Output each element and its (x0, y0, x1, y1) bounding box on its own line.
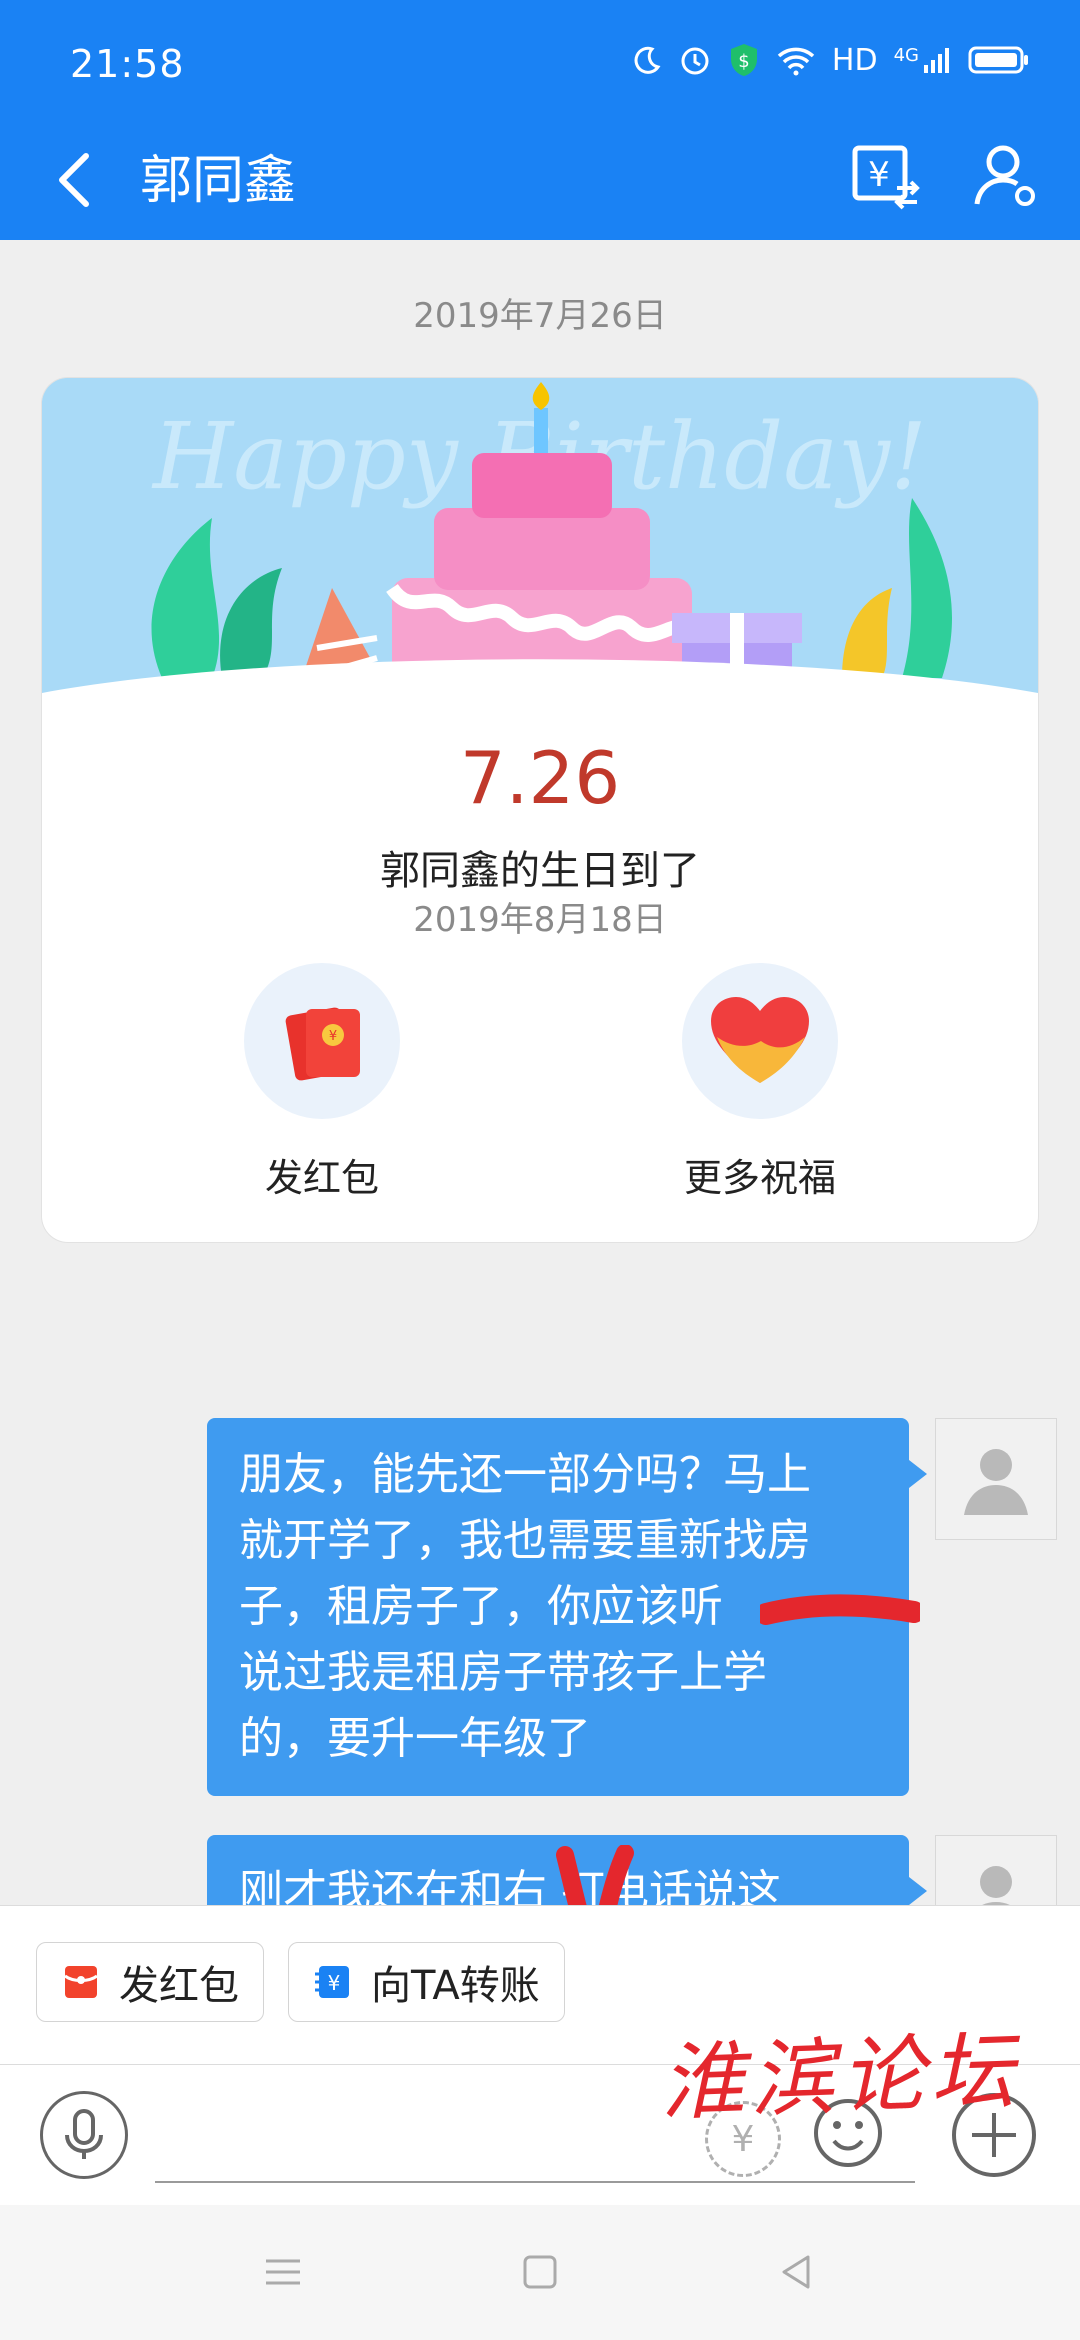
avatar-2[interactable] (935, 1835, 1057, 1905)
page-title: 郭同鑫 (140, 151, 297, 211)
wifi-icon (777, 47, 815, 76)
svg-text:¥: ¥ (328, 1971, 341, 1995)
svg-text:¥: ¥ (329, 1029, 337, 1044)
message-input[interactable] (155, 2181, 915, 2183)
birthday-message: 郭同鑫的生日到了 (380, 848, 700, 894)
default-avatar-icon (980, 1866, 1012, 1905)
transfer-yuan-icon: ¥ (315, 1966, 349, 1998)
shield-dollar-icon: $ (730, 44, 757, 76)
more-wishes-action[interactable]: 更多祝福 (600, 963, 920, 1202)
date-divider: 2019年7月26日 (413, 296, 667, 336)
alarm-icon (681, 47, 709, 75)
network-label: HD (831, 42, 878, 78)
send-red-envelope-action[interactable]: ¥ 发红包 (162, 963, 482, 1202)
red-scribble-redaction (760, 1594, 920, 1625)
avatar[interactable] (935, 1418, 1057, 1540)
home-icon[interactable] (515, 2247, 565, 2297)
message-line: 朋友，能先还一部分吗？马上 (239, 1449, 811, 1500)
watermark-text: 淮滨论坛 (658, 2021, 1022, 2133)
menu-icon[interactable] (258, 2247, 308, 2297)
birthday-card[interactable]: Happy Birthday! 7.26 郭同鑫的生日到了 ¥ 发红包 更多祝福 (42, 378, 1038, 1242)
heart-icon (711, 997, 809, 1083)
message-line: 的，要升一年级了 (239, 1713, 591, 1764)
birthday-banner-illustration: Happy Birthday! (42, 378, 1038, 723)
svg-text:$: $ (738, 51, 749, 72)
header: 21:58 $ HD 4G 郭同鑫 ¥ (0, 0, 1080, 240)
svg-text:¥: ¥ (868, 155, 890, 195)
partial-message-clip: 刚才我还在和右 打电话说这 (0, 1835, 1080, 1905)
red-envelope-icon (64, 1966, 98, 1998)
transfer-icon[interactable]: ¥ (845, 136, 925, 216)
nav-bar: 郭同鑫 ¥ (0, 120, 1080, 240)
red-envelope-circle: ¥ (244, 963, 400, 1119)
microphone-icon (65, 2109, 103, 2159)
system-nav-bar (0, 2205, 1080, 2340)
status-icons: $ HD 4G (632, 42, 1030, 78)
back-arrow-icon[interactable] (40, 140, 120, 220)
back-nav-icon[interactable] (772, 2247, 822, 2297)
moon-icon (634, 46, 661, 74)
signal-label: 4G (894, 45, 952, 75)
heart-circle (682, 963, 838, 1119)
action-label-red-envelope: 发红包 (264, 1156, 379, 1200)
message-line: 就开学了，我也需要重新找房 (239, 1515, 811, 1566)
battery-icon (968, 46, 1028, 74)
action-label-more-wishes: 更多祝福 (683, 1156, 836, 1200)
voice-button[interactable] (40, 2091, 128, 2179)
signal-type: 4G (893, 45, 919, 66)
message-line: 说过我是租房子带孩子上学 (239, 1647, 767, 1698)
quick-transfer-button[interactable]: ¥ 向TA转账 (288, 1942, 565, 2022)
red-envelope-icon: ¥ (285, 1007, 360, 1081)
status-bar: 21:58 $ HD 4G (0, 0, 1080, 130)
quick-transfer-label: 向TA转账 (371, 1963, 540, 2009)
birthday-date: 7.26 (459, 736, 621, 820)
status-time: 21:58 (70, 42, 185, 86)
quick-red-envelope-label: 发红包 (119, 1963, 239, 2009)
signal-bars-icon (924, 48, 949, 73)
default-avatar-icon (964, 1449, 1028, 1515)
quick-red-envelope-button[interactable]: 发红包 (36, 1942, 264, 2022)
date-divider-2: 2019年8月18日 (413, 900, 667, 940)
profile-settings-icon[interactable] (965, 136, 1045, 216)
